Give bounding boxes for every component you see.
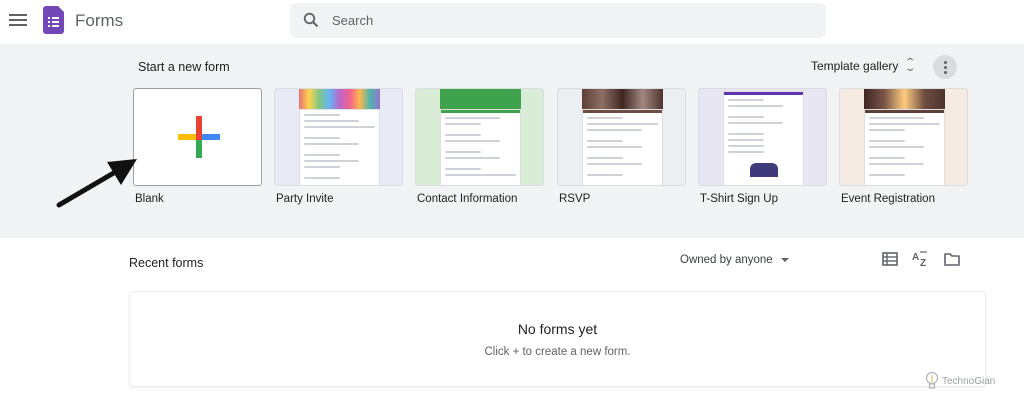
template-gallery-label: Template gallery	[811, 59, 899, 73]
forms-logo[interactable]	[43, 6, 64, 34]
start-new-form-label: Start a new form	[138, 60, 230, 74]
template-thumbnail[interactable]	[557, 88, 686, 186]
app-header: Forms	[0, 0, 1024, 44]
search-icon[interactable]	[303, 12, 319, 28]
sort-az-icon[interactable]: A Z	[912, 250, 930, 268]
more-options-icon[interactable]	[933, 55, 957, 79]
template-label: Event Registration	[841, 193, 935, 205]
template-tshirt-sign-up[interactable]: T-Shirt Sign Up	[698, 88, 827, 205]
template-section: Start a new form Template gallery ⌃ ⌄ Bla…	[0, 44, 1024, 238]
svg-text:A: A	[912, 252, 919, 263]
menu-icon[interactable]	[9, 12, 27, 28]
template-thumbnail[interactable]	[839, 88, 968, 186]
empty-state-subtitle: Click + to create a new form.	[484, 346, 631, 358]
annotation-arrow	[56, 159, 137, 208]
template-label: Blank	[135, 193, 164, 205]
list-view-icon[interactable]	[881, 250, 899, 268]
watermark-text: TechnoGian	[942, 375, 996, 387]
owner-filter-label: Owned by anyone	[680, 254, 773, 266]
folder-icon[interactable]	[943, 250, 961, 268]
template-label: T-Shirt Sign Up	[700, 193, 778, 205]
search-input[interactable]	[332, 10, 802, 30]
template-thumbnail[interactable]	[415, 88, 544, 186]
svg-text:Z: Z	[920, 258, 926, 268]
recent-forms-title: Recent forms	[129, 256, 204, 270]
template-event-registration[interactable]: Event Registration	[839, 88, 968, 205]
owner-filter-dropdown[interactable]: Owned by anyone	[680, 254, 789, 266]
template-label: Contact Information	[417, 193, 518, 205]
template-label: Party Invite	[276, 193, 334, 205]
template-thumbnail[interactable]	[698, 88, 827, 186]
template-contact-information[interactable]: Contact Information	[415, 88, 544, 205]
template-thumbnail[interactable]	[274, 88, 403, 186]
template-rsvp[interactable]: RSVP	[557, 88, 686, 205]
unfold-icon: ⌃ ⌄	[904, 57, 917, 74]
app-title[interactable]: Forms	[75, 11, 123, 31]
empty-state-title: No forms yet	[517, 321, 598, 337]
template-party-invite[interactable]: Party Invite	[274, 88, 403, 205]
template-blank[interactable]: Blank	[133, 88, 262, 205]
dropdown-caret-icon	[780, 258, 789, 262]
plus-icon	[178, 116, 220, 158]
empty-state-card: No forms yet Click + to create a new for…	[129, 291, 986, 387]
template-gallery-button[interactable]: Template gallery ⌃ ⌄	[811, 57, 917, 74]
template-label: RSVP	[559, 193, 591, 205]
lightbulb-icon	[925, 371, 939, 389]
watermark: TechnoGian	[925, 371, 995, 391]
template-thumbnail[interactable]	[133, 88, 262, 186]
search-bar[interactable]	[290, 3, 826, 38]
